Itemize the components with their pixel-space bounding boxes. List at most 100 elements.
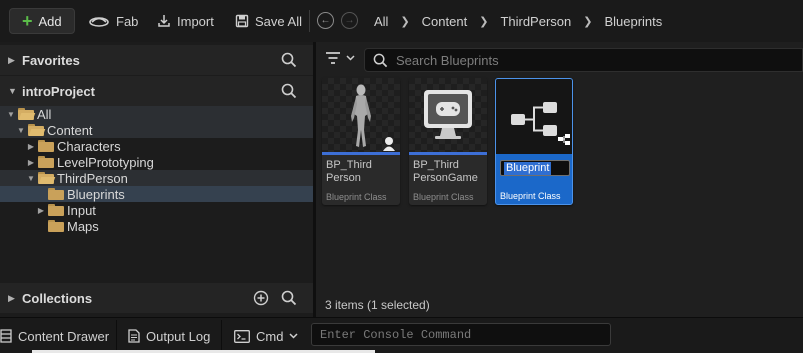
output-log-icon bbox=[128, 329, 140, 343]
folder-open-icon bbox=[18, 108, 36, 120]
collapse-arrow-icon: ▼ bbox=[7, 109, 15, 119]
asset-search-input[interactable] bbox=[396, 52, 756, 68]
favorites-label: Favorites bbox=[22, 52, 80, 68]
tree-item-label: LevelPrototyping bbox=[57, 154, 154, 170]
asset-name-editing[interactable]: Blueprint bbox=[504, 161, 552, 175]
content-drawer-button[interactable]: Content Drawer bbox=[0, 327, 109, 345]
add-circle-icon[interactable] bbox=[253, 290, 269, 306]
terminal-icon bbox=[234, 329, 250, 343]
search-icon[interactable] bbox=[281, 83, 297, 99]
expand-arrow-icon: ▶ bbox=[27, 157, 35, 167]
fab-button-label: Fab bbox=[116, 13, 139, 29]
status-bar: Content Drawer Output Log Cmd bbox=[0, 317, 803, 353]
console-command-field[interactable] bbox=[311, 323, 611, 346]
folder-icon bbox=[38, 140, 54, 152]
import-button[interactable]: Import bbox=[157, 10, 214, 32]
sources-panel: ▶ Favorites ▼ introProject ▼ All ▼ Conte… bbox=[0, 42, 313, 317]
add-button[interactable]: + Add bbox=[9, 8, 75, 34]
breadcrumb-item-thirdperson[interactable]: ThirdPerson bbox=[488, 14, 583, 29]
tree-item-label: All bbox=[37, 106, 52, 122]
content-drawer-icon bbox=[0, 329, 12, 343]
import-icon bbox=[158, 15, 170, 27]
game-monitor-icon bbox=[409, 78, 487, 153]
tree-item-all[interactable]: ▼ All bbox=[0, 106, 313, 122]
project-header[interactable]: ▼ introProject bbox=[0, 76, 313, 106]
folder-open-icon bbox=[38, 172, 56, 184]
console-command-input[interactable] bbox=[312, 324, 610, 345]
save-all-button-label: Save All bbox=[255, 13, 302, 29]
forward-arrow-icon[interactable]: → bbox=[341, 12, 358, 29]
breadcrumb-item-blueprints[interactable]: Blueprints bbox=[592, 14, 674, 29]
search-icon[interactable] bbox=[281, 290, 297, 306]
tree-item-thirdperson[interactable]: ▼ ThirdPerson bbox=[0, 170, 313, 186]
folder-icon bbox=[48, 220, 64, 232]
search-icon bbox=[373, 53, 388, 67]
tree-item-label: Blueprints bbox=[67, 186, 125, 202]
favorites-header[interactable]: ▶ Favorites bbox=[0, 45, 313, 75]
asset-class-label: Blueprint Class bbox=[500, 191, 561, 201]
collapse-arrow-icon: ▼ bbox=[8, 86, 17, 96]
expand-arrow-icon: ▶ bbox=[27, 141, 35, 151]
folder-icon bbox=[48, 188, 64, 200]
tree-item-levelprototyping[interactable]: ▶ LevelPrototyping bbox=[0, 154, 313, 170]
back-arrow-icon[interactable]: ← bbox=[317, 12, 334, 29]
collapse-arrow-icon: ▼ bbox=[17, 125, 25, 135]
collections-label: Collections bbox=[22, 290, 93, 306]
asset-tile-bp-third-person[interactable]: BP_Third Person Blueprint Class bbox=[322, 78, 400, 205]
content-drawer-label: Content Drawer bbox=[18, 328, 110, 344]
project-label: introProject bbox=[22, 83, 95, 99]
tree-item-input[interactable]: ▶ Input bbox=[0, 202, 313, 218]
asset-search-box[interactable] bbox=[364, 48, 803, 72]
folder-open-icon bbox=[28, 124, 46, 136]
asset-view: BP_Third Person Blueprint Class BP_Third… bbox=[316, 42, 803, 317]
asset-name: BP_Third PersonGame bbox=[413, 159, 478, 184]
character-mannequin-icon bbox=[322, 78, 400, 153]
folder-tree: ▼ All ▼ Content ▶ Characters ▶ LevelProt… bbox=[0, 106, 313, 234]
chevron-down-icon bbox=[346, 55, 355, 61]
top-toolbar: + Add Fab Import Save All ← → All ❯ Cont… bbox=[0, 0, 803, 42]
collections-header[interactable]: ▶ Collections bbox=[0, 283, 313, 313]
tree-item-characters[interactable]: ▶ Characters bbox=[0, 138, 313, 154]
save-all-button[interactable]: Save All bbox=[235, 10, 302, 32]
asset-tile-bp-third-person-game[interactable]: BP_Third PersonGame Blueprint Class bbox=[409, 78, 487, 205]
chevron-right-icon: ❯ bbox=[400, 15, 410, 28]
asset-rename-field[interactable]: Blueprint bbox=[500, 160, 570, 176]
blueprint-graph-icon bbox=[496, 79, 572, 154]
import-button-label: Import bbox=[177, 13, 214, 29]
tree-item-content[interactable]: ▼ Content bbox=[0, 122, 313, 138]
output-log-button[interactable]: Output Log bbox=[128, 327, 210, 345]
expand-arrow-icon: ▶ bbox=[8, 54, 15, 65]
chevron-down-icon bbox=[289, 333, 298, 339]
breadcrumb-item-content[interactable]: Content bbox=[410, 14, 480, 29]
collapse-arrow-icon: ▼ bbox=[27, 173, 35, 183]
save-icon bbox=[235, 14, 249, 28]
asset-class-label: Blueprint Class bbox=[413, 192, 474, 202]
add-button-label: Add bbox=[38, 13, 62, 29]
folder-icon bbox=[48, 204, 64, 216]
folder-icon bbox=[38, 156, 54, 168]
chevron-right-icon: ❯ bbox=[479, 15, 489, 28]
asset-class-label: Blueprint Class bbox=[326, 192, 387, 202]
chevron-right-icon: ❯ bbox=[583, 15, 593, 28]
breadcrumb: All ❯ Content ❯ ThirdPerson ❯ Blueprints bbox=[362, 10, 674, 32]
item-count-status: 3 items (1 selected) bbox=[325, 298, 430, 312]
tree-item-label: Maps bbox=[67, 218, 99, 234]
cmd-label: Cmd bbox=[256, 328, 284, 344]
filter-button[interactable] bbox=[326, 52, 355, 64]
asset-tile-new-blueprint[interactable]: Blueprint Blueprint Class bbox=[495, 78, 573, 205]
search-icon[interactable] bbox=[281, 52, 297, 68]
tree-item-maps[interactable]: Maps bbox=[0, 218, 313, 234]
breadcrumb-item-all[interactable]: All bbox=[362, 14, 400, 29]
tree-item-label: Input bbox=[67, 202, 96, 218]
cmd-dropdown[interactable]: Cmd bbox=[234, 327, 298, 345]
plus-icon: + bbox=[22, 11, 33, 31]
filter-icon bbox=[326, 52, 340, 64]
output-log-label: Output Log bbox=[146, 328, 211, 344]
fab-button[interactable]: Fab bbox=[88, 10, 138, 32]
tree-item-blueprints[interactable]: Blueprints bbox=[0, 186, 313, 202]
tree-item-label: Characters bbox=[57, 138, 121, 154]
tree-item-label: Content bbox=[47, 122, 93, 138]
expand-arrow-icon: ▶ bbox=[8, 292, 15, 303]
expand-arrow-icon: ▶ bbox=[37, 205, 45, 215]
tree-item-label: ThirdPerson bbox=[57, 170, 128, 186]
